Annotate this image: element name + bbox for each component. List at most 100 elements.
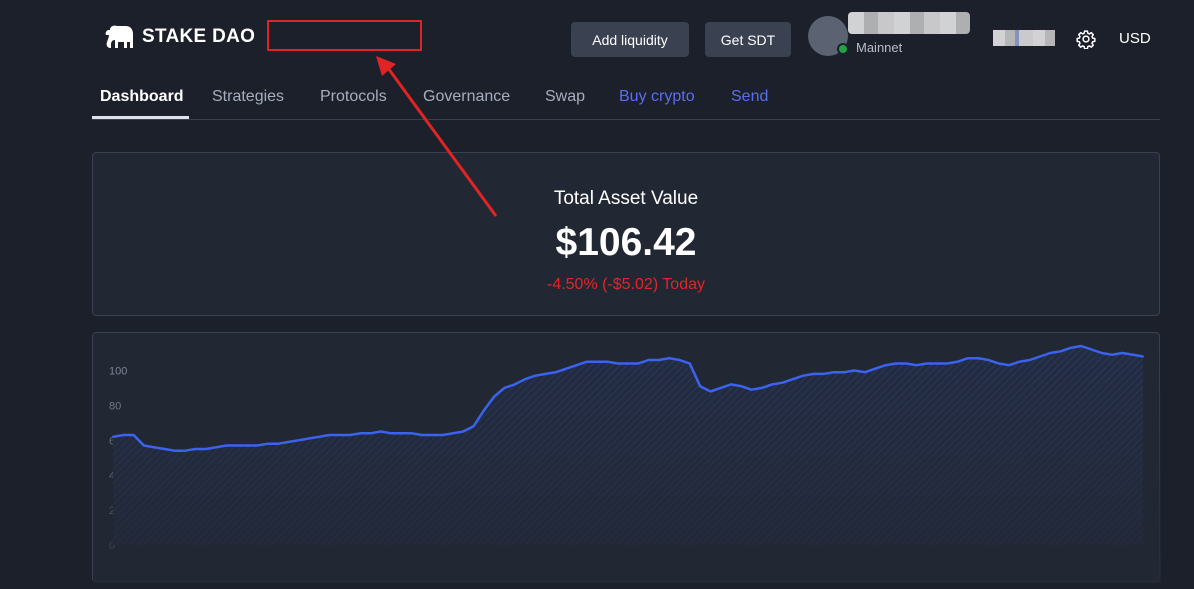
chart-data-point <box>833 371 835 374</box>
chart-data-point <box>348 434 351 436</box>
chart-data-point <box>1080 345 1083 347</box>
chart-data-point <box>565 367 568 370</box>
tab-send[interactable]: Send <box>731 88 768 106</box>
chart-data-point <box>524 378 526 381</box>
chart-data-point <box>215 446 217 449</box>
chart-data-point <box>245 444 248 447</box>
nav-tabs: Dashboard Strategies Protocols Governanc… <box>92 78 1160 120</box>
chart-data-point <box>709 390 712 393</box>
gear-icon[interactable] <box>1076 29 1096 49</box>
chart-data-point <box>966 357 969 360</box>
chart-data-point <box>678 359 681 361</box>
chart-data-point <box>451 432 454 435</box>
chart-data-point <box>225 444 228 447</box>
chart-data-point <box>585 360 588 363</box>
chart-data-point <box>894 362 897 365</box>
chart-data-point <box>359 432 362 435</box>
chart-data-point <box>1111 353 1114 356</box>
chart-data-point <box>482 409 485 412</box>
chart-data-point <box>740 385 743 388</box>
chart-data-point <box>1049 352 1052 354</box>
chart-data-point <box>441 434 444 436</box>
logo-text: STAKE DAO <box>142 26 256 47</box>
chart-data-point <box>575 364 578 367</box>
chart-data-point <box>235 444 238 447</box>
chart-data-point <box>657 359 660 361</box>
chart-data-point <box>987 359 990 361</box>
tab-governance[interactable]: Governance <box>423 88 510 106</box>
chart-data-point <box>142 444 145 447</box>
chart-data-point <box>173 449 176 452</box>
chart-data-point <box>1069 346 1072 349</box>
total-asset-title: Total Asset Value <box>553 188 699 209</box>
chart-data-point <box>544 372 547 375</box>
chart-data-point <box>554 371 557 374</box>
get-sdt-button[interactable]: Get SDT <box>705 22 791 57</box>
chart-data-point <box>163 448 166 450</box>
chart-data-point <box>1142 355 1144 358</box>
chart-data-point <box>266 442 269 445</box>
chart-data-point <box>462 430 465 433</box>
chart-data-point <box>596 360 599 363</box>
chart-data-point <box>379 430 382 433</box>
chart-data-point <box>1131 353 1134 356</box>
tab-strategies[interactable]: Strategies <box>212 88 284 106</box>
asset-chart-card: 020406080100 <box>92 332 1161 583</box>
logo[interactable]: STAKE DAO <box>104 24 255 50</box>
redacted-balance <box>993 30 1055 46</box>
chart-data-point <box>781 381 784 384</box>
elephant-icon <box>105 25 133 48</box>
account-widget[interactable]: Mainnet <box>808 12 978 58</box>
currency-selector[interactable]: USD <box>1119 30 1151 47</box>
chart-data-point <box>1028 359 1031 361</box>
chart-data-point <box>936 362 938 365</box>
chart-data-point <box>812 372 815 375</box>
chart-data-point <box>122 434 125 436</box>
chart-area-fade <box>93 333 1161 583</box>
chart-data-point <box>946 362 949 365</box>
tab-protocols[interactable]: Protocols <box>320 88 387 106</box>
online-status-dot <box>837 43 849 55</box>
tab-buy-crypto[interactable]: Buy crypto <box>619 88 695 106</box>
add-liquidity-button[interactable]: Add liquidity <box>571 22 689 57</box>
chart-data-point <box>791 378 794 381</box>
chart-data-point <box>513 383 516 386</box>
redacted-address <box>848 12 970 34</box>
chart-data-point <box>905 362 908 365</box>
chart-data-point <box>730 383 732 386</box>
tab-swap[interactable]: Swap <box>545 88 585 106</box>
daily-change: -4.50% (-$5.02) Today <box>546 276 705 293</box>
total-asset-card: Total Asset Value $106.42 -4.50% (-$5.02… <box>92 152 1160 316</box>
chart-data-point <box>616 362 619 365</box>
chart-data-point <box>688 362 691 365</box>
tab-dashboard[interactable]: Dashboard <box>100 88 184 106</box>
chart-data-point <box>318 435 320 438</box>
chart-data-point <box>1100 352 1103 354</box>
chart-data-point <box>925 362 928 365</box>
chart-data-point <box>760 386 763 389</box>
asset-value-chart: 020406080100 <box>93 333 1161 583</box>
total-asset-amount: $106.42 <box>555 221 697 264</box>
chart-data-point <box>863 371 866 374</box>
chart-data-point <box>843 371 846 374</box>
chart-data-point <box>307 437 310 440</box>
chart-data-point <box>194 448 197 450</box>
chart-data-point <box>977 357 980 360</box>
chart-data-point <box>493 395 496 398</box>
chart-data-point <box>771 383 774 386</box>
chart-data-point <box>153 446 156 449</box>
chart-data-point <box>1018 360 1021 363</box>
chart-data-point <box>369 432 372 435</box>
chart-data-point <box>276 442 279 445</box>
chart-data-point <box>1121 352 1124 354</box>
chart-data-point <box>606 360 609 363</box>
chart-data-point <box>915 364 918 367</box>
active-tab-indicator <box>92 116 189 119</box>
chart-data-point <box>1008 364 1011 367</box>
chart-data-point <box>1039 355 1041 358</box>
annotation-box <box>267 20 422 51</box>
chart-data-point <box>719 386 722 389</box>
chart-data-point <box>390 432 393 435</box>
chart-data-point <box>184 449 187 452</box>
chart-data-point <box>204 448 207 450</box>
